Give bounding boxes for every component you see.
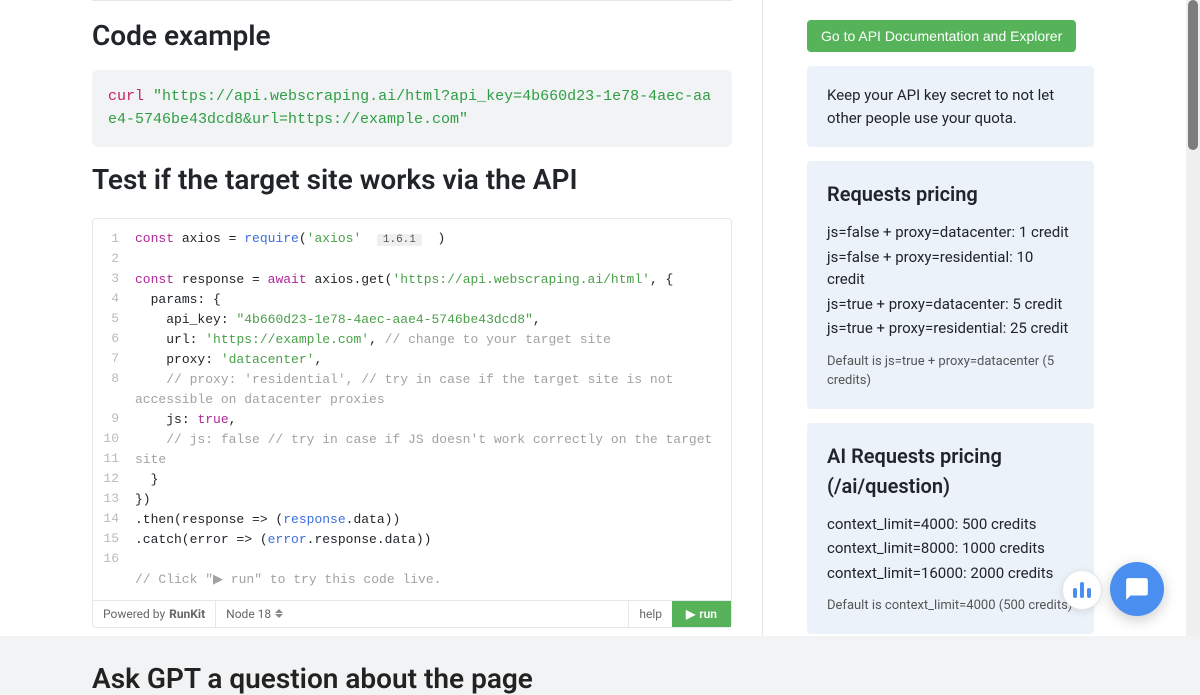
ai-pricing-title: AI Requests pricing (/ai/question) xyxy=(827,441,1074,501)
pricing-title: Requests pricing xyxy=(827,179,1074,209)
play-icon: ▶ xyxy=(686,607,695,621)
api-docs-button[interactable]: Go to API Documentation and Explorer xyxy=(807,20,1076,52)
chat-icon xyxy=(1124,576,1150,602)
chat-fab[interactable] xyxy=(1110,562,1164,616)
run-button[interactable]: ▶ run xyxy=(672,601,731,627)
scrollbar-thumb[interactable] xyxy=(1188,0,1198,150)
line-gutter: 1 2 3 4 5 6 7 8 9 10 11 12 13 14 15 16 xyxy=(93,219,125,579)
curl-cmd: curl xyxy=(108,88,144,105)
runkit-embed: 1 2 3 4 5 6 7 8 9 10 11 12 13 14 15 16 xyxy=(92,218,732,628)
secret-warning-card: Keep your API key secret to not let othe… xyxy=(807,66,1094,147)
divider xyxy=(92,0,732,1)
curl-url: "https://api.webscraping.ai/html?api_key… xyxy=(108,88,711,128)
sidebar: Go to API Documentation and Explorer Kee… xyxy=(763,0,1200,636)
sort-icon xyxy=(275,609,283,618)
heading-gpt: Ask GPT a question about the page xyxy=(92,662,732,695)
bars-icon xyxy=(1073,582,1091,598)
main-content: Code example curl "https://api.webscrapi… xyxy=(0,0,763,636)
pricing-card: Requests pricing js=false + proxy=datace… xyxy=(807,161,1094,409)
help-link[interactable]: help xyxy=(628,601,672,627)
version-badge: 1.6.1 xyxy=(377,234,422,246)
runkit-footer: Powered by RunKit Node 18 help ▶ run xyxy=(93,600,731,627)
heading-code-example: Code example xyxy=(92,19,732,52)
powered-by[interactable]: Powered by RunKit xyxy=(93,601,215,627)
heading-test: Test if the target site works via the AP… xyxy=(92,163,732,196)
scrollbar-track[interactable] xyxy=(1186,0,1200,636)
node-version-selector[interactable]: Node 18 xyxy=(215,601,293,627)
curl-example-box: curl "https://api.webscraping.ai/html?ap… xyxy=(92,70,732,147)
ai-pricing-card: AI Requests pricing (/ai/question) conte… xyxy=(807,423,1094,634)
audio-fab[interactable] xyxy=(1062,570,1102,610)
code-editor[interactable]: const axios = require('axios' 1.6.1 ) co… xyxy=(93,219,731,600)
